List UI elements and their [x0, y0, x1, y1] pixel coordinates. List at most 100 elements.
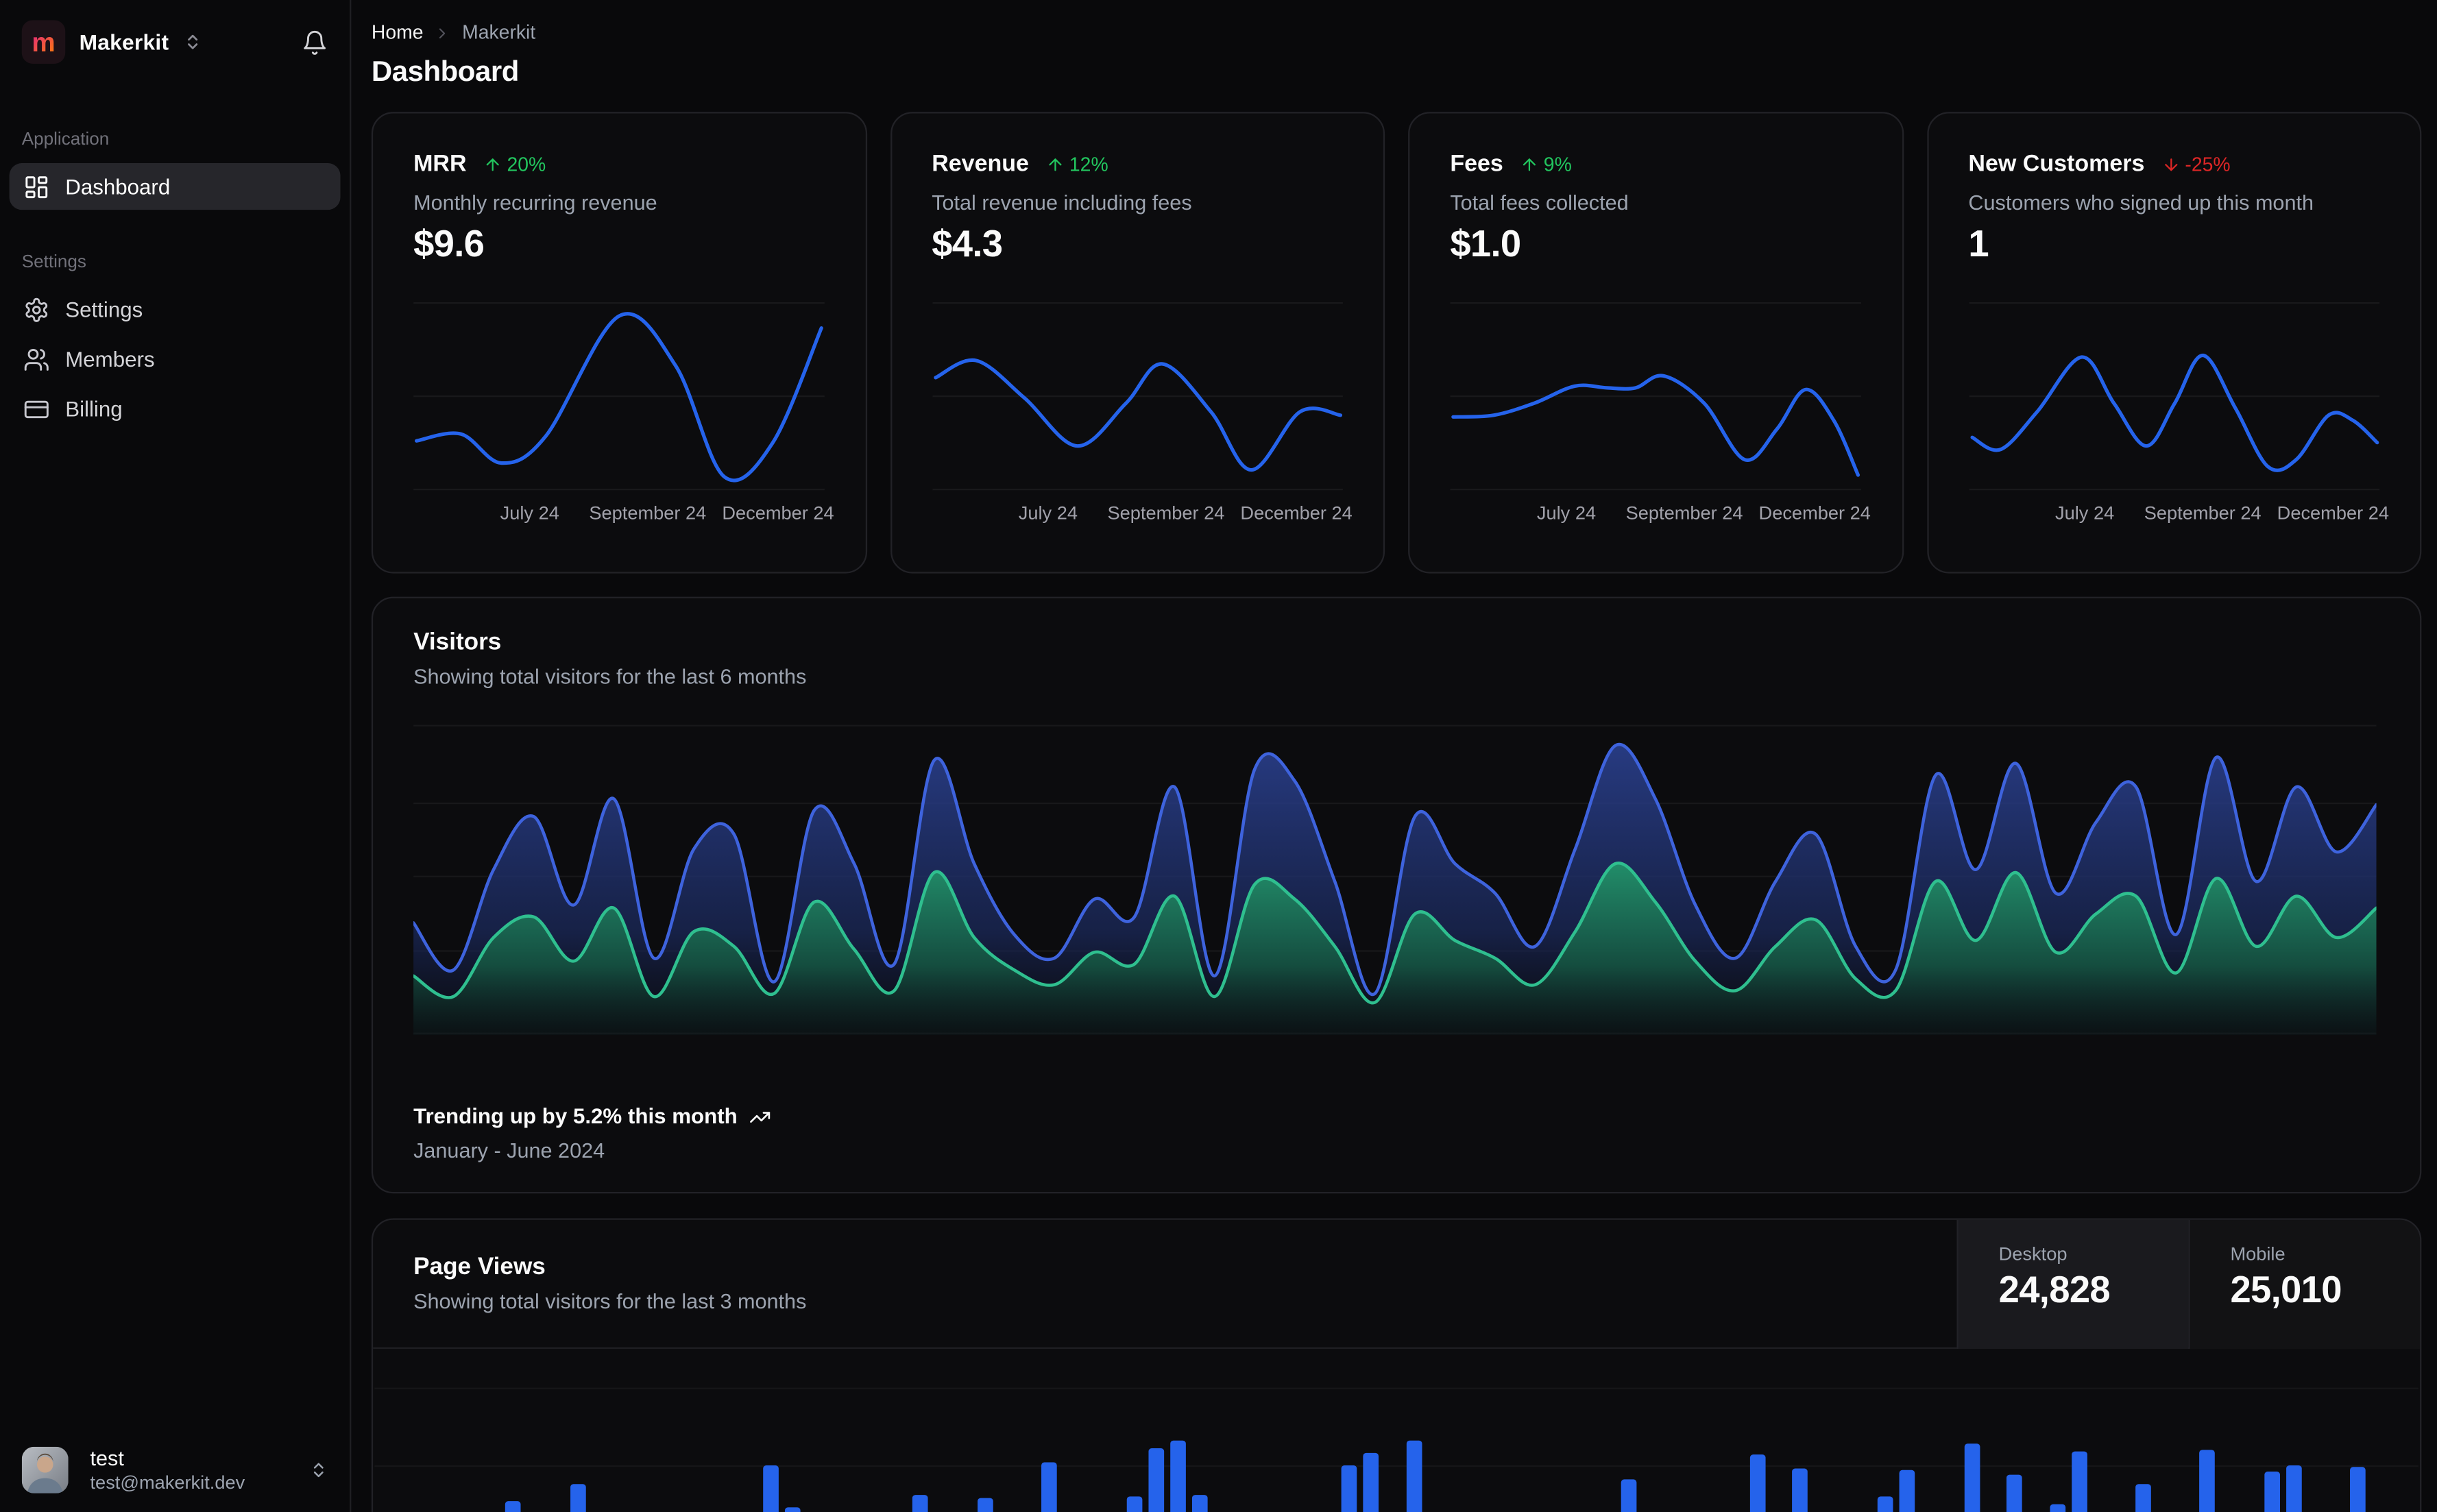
toggle-mobile[interactable]: Mobile 25,010: [2188, 1219, 2421, 1349]
breadcrumb-home-link[interactable]: Home: [372, 22, 424, 44]
page-views-bar-chart: [373, 1349, 2420, 1512]
sidebar-item-members[interactable]: Members: [10, 336, 341, 382]
stat-value: $1.0: [1450, 223, 1521, 266]
app-window: m Makerkit Application Dashboard Setting…: [0, 0, 2437, 1512]
sparkline-chart: [1968, 297, 2380, 499]
visitors-card: Visitors Showing total visitors for the …: [371, 596, 2422, 1194]
trend-value: 9%: [1543, 153, 1572, 175]
sidebar-header: m Makerkit: [0, 0, 350, 84]
page-views-title: Page Views: [413, 1254, 546, 1281]
bar: [2264, 1472, 2280, 1512]
user-email: test@makerkit.dev: [90, 1472, 245, 1493]
stat-title: Revenue: [932, 150, 1029, 178]
axis-tick-label: September 24: [1107, 502, 1225, 524]
breadcrumb-current: Makerkit: [462, 21, 536, 44]
bar: [762, 1465, 779, 1512]
axis-tick-label: September 24: [2144, 502, 2262, 524]
breadcrumb: Home Makerkit: [372, 22, 2421, 44]
chevron-right-icon: [434, 24, 451, 41]
bar: [2006, 1474, 2023, 1512]
trend-badge: -25%: [2161, 153, 2231, 175]
bell-icon[interactable]: [302, 29, 328, 56]
sparkline-chart: [413, 297, 825, 499]
page-views-subtitle: Showing total visitors for the last 3 mo…: [413, 1289, 807, 1313]
stat-value: $4.3: [932, 223, 1003, 266]
x-axis-ticks: July 24 September 24 December 24: [1968, 502, 2389, 526]
sidebar-item-label: Dashboard: [65, 175, 171, 199]
bar: [2286, 1465, 2301, 1512]
nav-section-label: Application: [21, 130, 110, 149]
bar: [1749, 1454, 1765, 1512]
sidebar-item-label: Members: [65, 347, 155, 371]
x-axis-ticks: July 24 September 24 December 24: [413, 502, 834, 526]
nav-section-label: Settings: [21, 253, 86, 272]
bar: [505, 1501, 521, 1512]
user-menu[interactable]: test test@makerkit.dev: [0, 1428, 350, 1512]
bar: [1406, 1440, 1422, 1512]
trend-badge: 12%: [1046, 153, 1108, 175]
stat-description: Total revenue including fees: [932, 191, 1192, 215]
stat-title: Fees: [1450, 150, 1503, 178]
sparkline-chart: [1450, 297, 1861, 499]
device-toggles: Desktop 24,828 Mobile 25,010: [1956, 1219, 2421, 1349]
stat-description: Monthly recurring revenue: [413, 191, 657, 215]
stat-title: MRR: [413, 150, 467, 178]
stat-value: $9.6: [413, 223, 485, 266]
axis-tick-label: September 24: [589, 502, 707, 524]
sidebar-item-settings[interactable]: Settings: [10, 286, 341, 332]
sidebar-item-label: Settings: [65, 297, 143, 321]
axis-tick-label: July 24: [500, 502, 559, 524]
sparkline-chart: [932, 297, 1343, 499]
visitors-trend-text: Trending up by 5.2% this month: [413, 1104, 738, 1129]
sidebar-item-billing[interactable]: Billing: [10, 385, 341, 432]
bar: [1899, 1470, 1915, 1512]
stat-card-fees: Fees 9% Total fees collected $1.0 July 2…: [1408, 112, 1904, 574]
sidebar-item-dashboard[interactable]: Dashboard: [9, 163, 341, 210]
toggle-label: Desktop: [1998, 1243, 2068, 1265]
trend-badge: 20%: [483, 153, 546, 175]
bar: [977, 1498, 993, 1512]
stat-description: Total fees collected: [1450, 191, 1629, 215]
stat-description: Customers who signed up this month: [1968, 191, 2314, 215]
toggle-value: 25,010: [2230, 1269, 2342, 1312]
bar: [2135, 1484, 2151, 1512]
x-axis-ticks: July 24 September 24 December 24: [1450, 502, 1871, 526]
bar: [2071, 1451, 2087, 1512]
arrow-up-icon: [1046, 155, 1065, 173]
makerkit-logo[interactable]: m: [21, 20, 66, 64]
toggle-desktop[interactable]: Desktop 24,828: [1956, 1219, 2189, 1349]
visitors-period: January - June 2024: [413, 1138, 605, 1162]
bar: [2200, 1450, 2216, 1512]
stat-card-new-customers: New Customers -25% Customers who signed …: [1926, 112, 2422, 574]
stat-card-grid: MRR 20% Monthly recurring revenue $9.6 J…: [371, 112, 2422, 574]
bar: [2050, 1504, 2065, 1512]
user-name: test: [90, 1446, 124, 1470]
arrow-up-icon: [1520, 155, 1539, 173]
sidebar-nav: Application Dashboard Settings Settings …: [0, 84, 350, 435]
bar: [912, 1495, 929, 1512]
bar: [1878, 1496, 1894, 1512]
users-icon: [23, 345, 50, 372]
bar: [784, 1507, 800, 1512]
chevrons-up-down-icon[interactable]: [183, 33, 202, 51]
bar: [2350, 1467, 2366, 1512]
stat-title: New Customers: [1968, 150, 2145, 178]
axis-tick-label: July 24: [1536, 502, 1597, 524]
axis-tick-label: December 24: [1758, 502, 1871, 524]
page-views-card: Page Views Showing total visitors for th…: [371, 1218, 2422, 1512]
axis-tick-label: July 24: [2055, 502, 2115, 524]
bar: [1621, 1479, 1636, 1512]
stat-card-revenue: Revenue 12% Total revenue including fees…: [889, 112, 1385, 574]
bar: [1041, 1462, 1058, 1512]
credit-card-icon: [23, 395, 50, 422]
toggle-label: Mobile: [2230, 1243, 2286, 1265]
bar: [1127, 1496, 1143, 1512]
stat-value: 1: [1968, 223, 1989, 266]
workspace-name[interactable]: Makerkit: [80, 29, 169, 54]
stat-card-mrr: MRR 20% Monthly recurring revenue $9.6 J…: [371, 112, 866, 574]
user-info: test test@makerkit.dev: [90, 1447, 245, 1493]
page-views-header: Page Views Showing total visitors for th…: [373, 1219, 2421, 1349]
bar: [570, 1484, 585, 1512]
main-content: Home Makerkit Dashboard MRR 20% Monthly …: [351, 0, 2437, 1512]
visitors-area-chart: [413, 718, 2377, 1035]
